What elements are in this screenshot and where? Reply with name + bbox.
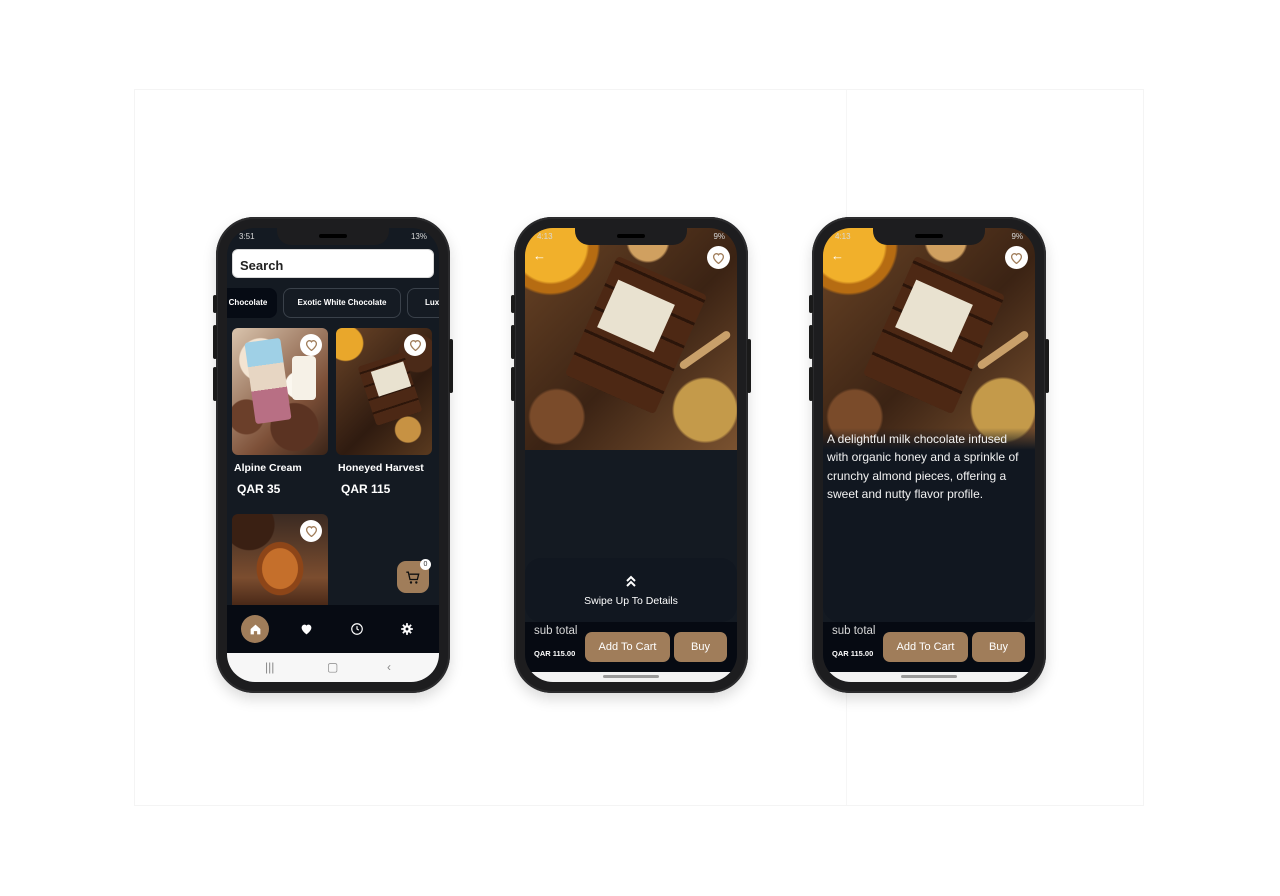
subtotal-label: sub total (534, 625, 578, 637)
phone-product-description: 4:13 9% ← A delightful milk chocolate in… (809, 217, 1049, 693)
favorite-button[interactable] (707, 246, 730, 269)
bottom-nav (227, 605, 439, 653)
product-card-honeyed-harvest[interactable]: Honeyed Harvest QAR 115 (336, 328, 432, 496)
product-description: A delightful milk chocolate infused with… (827, 432, 1019, 501)
heart-outline-icon (712, 252, 725, 264)
battery-level: 9% (713, 232, 725, 241)
phone-button (1045, 339, 1049, 393)
double-chevron-up-icon (626, 575, 636, 587)
back-arrow-icon[interactable]: ← (533, 248, 546, 263)
product-hero-image (525, 228, 737, 450)
subtotal-value: QAR 115.00 (534, 649, 576, 658)
swipe-up-panel[interactable]: Swipe Up To Details (525, 558, 737, 622)
home-indicator (823, 672, 1035, 682)
product-image (232, 514, 328, 605)
phone-button (213, 367, 217, 401)
product-photo (823, 228, 1035, 450)
milk-glass (292, 356, 316, 400)
search-input[interactable]: Search (232, 249, 434, 278)
nav-home[interactable] (241, 615, 269, 643)
home-icon (250, 624, 260, 634)
cart-count-badge: 0 (420, 559, 431, 570)
category-chip-chocolate[interactable]: Chocolate (227, 288, 277, 318)
phone-button (511, 367, 515, 401)
product-title: Honeyed Harvest (338, 462, 424, 474)
phone-button (809, 325, 813, 359)
system-back-icon[interactable]: ‹ (387, 660, 391, 674)
phone-button (809, 295, 813, 313)
add-to-cart-button[interactable]: Add To Cart (585, 632, 670, 662)
phone-product-detail: 4:13 9% ← Swipe Up To Details sub total … (511, 217, 751, 693)
buy-button[interactable]: Buy (674, 632, 727, 662)
phone-button (213, 295, 217, 313)
favorite-button[interactable] (300, 520, 322, 542)
phone-button (747, 339, 751, 393)
cart-icon (406, 571, 420, 584)
favorite-button[interactable] (404, 334, 426, 356)
status-bar: 4:13 9% (525, 228, 737, 244)
phone-button (511, 325, 515, 359)
status-time: 3:51 (239, 232, 255, 241)
battery-level: 9% (1011, 232, 1023, 241)
status-bar: 4:13 9% (823, 228, 1035, 244)
category-chip-lux[interactable]: Lux (407, 288, 439, 318)
product-title: Alpine Cream (234, 462, 302, 474)
status-time: 4:13 (835, 232, 851, 241)
product-detail-screen: 4:13 9% ← Swipe Up To Details sub total … (525, 228, 737, 682)
category-chip-exotic-white[interactable]: Exotic White Chocolate (283, 288, 401, 318)
heart-outline-icon (1010, 252, 1023, 264)
history-icon (351, 623, 363, 635)
phone-button (809, 367, 813, 401)
battery-level: 13% (410, 232, 427, 241)
showcase-stage: 3:51 13% Search Chocolate Exotic White C… (0, 0, 1280, 896)
home-indicator-bar[interactable] (901, 675, 957, 678)
home-indicator-bar[interactable] (603, 675, 659, 678)
nav-favorites[interactable] (292, 615, 320, 643)
status-bar: 3:51 13% (227, 228, 439, 244)
heart-outline-icon (305, 526, 317, 537)
system-nav-bar: ||| ▢ ‹ (227, 653, 439, 682)
subtotal-value: QAR 115.00 (832, 649, 874, 658)
phone-button (449, 339, 453, 393)
phone-button (511, 295, 515, 313)
home-screen: 3:51 13% Search Chocolate Exotic White C… (227, 228, 439, 682)
home-indicator (525, 672, 737, 682)
checkout-footer: sub total QAR 115.00 Add To Cart Buy (525, 622, 737, 672)
status-time: 4:13 (537, 232, 553, 241)
recents-icon[interactable]: ||| (265, 660, 274, 674)
cart-button[interactable]: 0 (397, 559, 431, 593)
product-price: QAR 35 (237, 482, 281, 496)
favorite-button[interactable] (300, 334, 322, 356)
subtotal-label: sub total (832, 625, 876, 637)
add-to-cart-button[interactable]: Add To Cart (883, 632, 968, 662)
category-chips: Chocolate Exotic White Chocolate Lux (227, 288, 439, 318)
buy-button[interactable]: Buy (972, 632, 1025, 662)
heart-outline-icon (305, 340, 317, 351)
product-description-screen: 4:13 9% ← A delightful milk chocolate in… (823, 228, 1035, 682)
product-price: QAR 115 (341, 482, 391, 496)
heart-outline-icon (409, 340, 421, 351)
gear-icon (401, 623, 413, 635)
nav-history[interactable] (343, 615, 371, 643)
system-home-icon[interactable]: ▢ (327, 660, 338, 674)
swipe-up-label: Swipe Up To Details (584, 595, 678, 607)
nav-settings[interactable] (393, 615, 421, 643)
product-card-alpine-cream[interactable]: Alpine Cream QAR 35 (232, 328, 328, 496)
product-photo (525, 228, 737, 450)
phone-home: 3:51 13% Search Chocolate Exotic White C… (213, 217, 453, 693)
phone-button (213, 325, 217, 359)
checkout-footer: sub total QAR 115.00 Add To Cart Buy (823, 622, 1035, 672)
product-card-caramel[interactable] (232, 514, 328, 605)
back-arrow-icon[interactable]: ← (831, 248, 844, 263)
product-box (244, 337, 292, 425)
product-image (232, 328, 328, 455)
product-image (336, 328, 432, 455)
favorite-button[interactable] (1005, 246, 1028, 269)
heart-icon (301, 624, 311, 635)
product-hero-image (823, 228, 1035, 450)
